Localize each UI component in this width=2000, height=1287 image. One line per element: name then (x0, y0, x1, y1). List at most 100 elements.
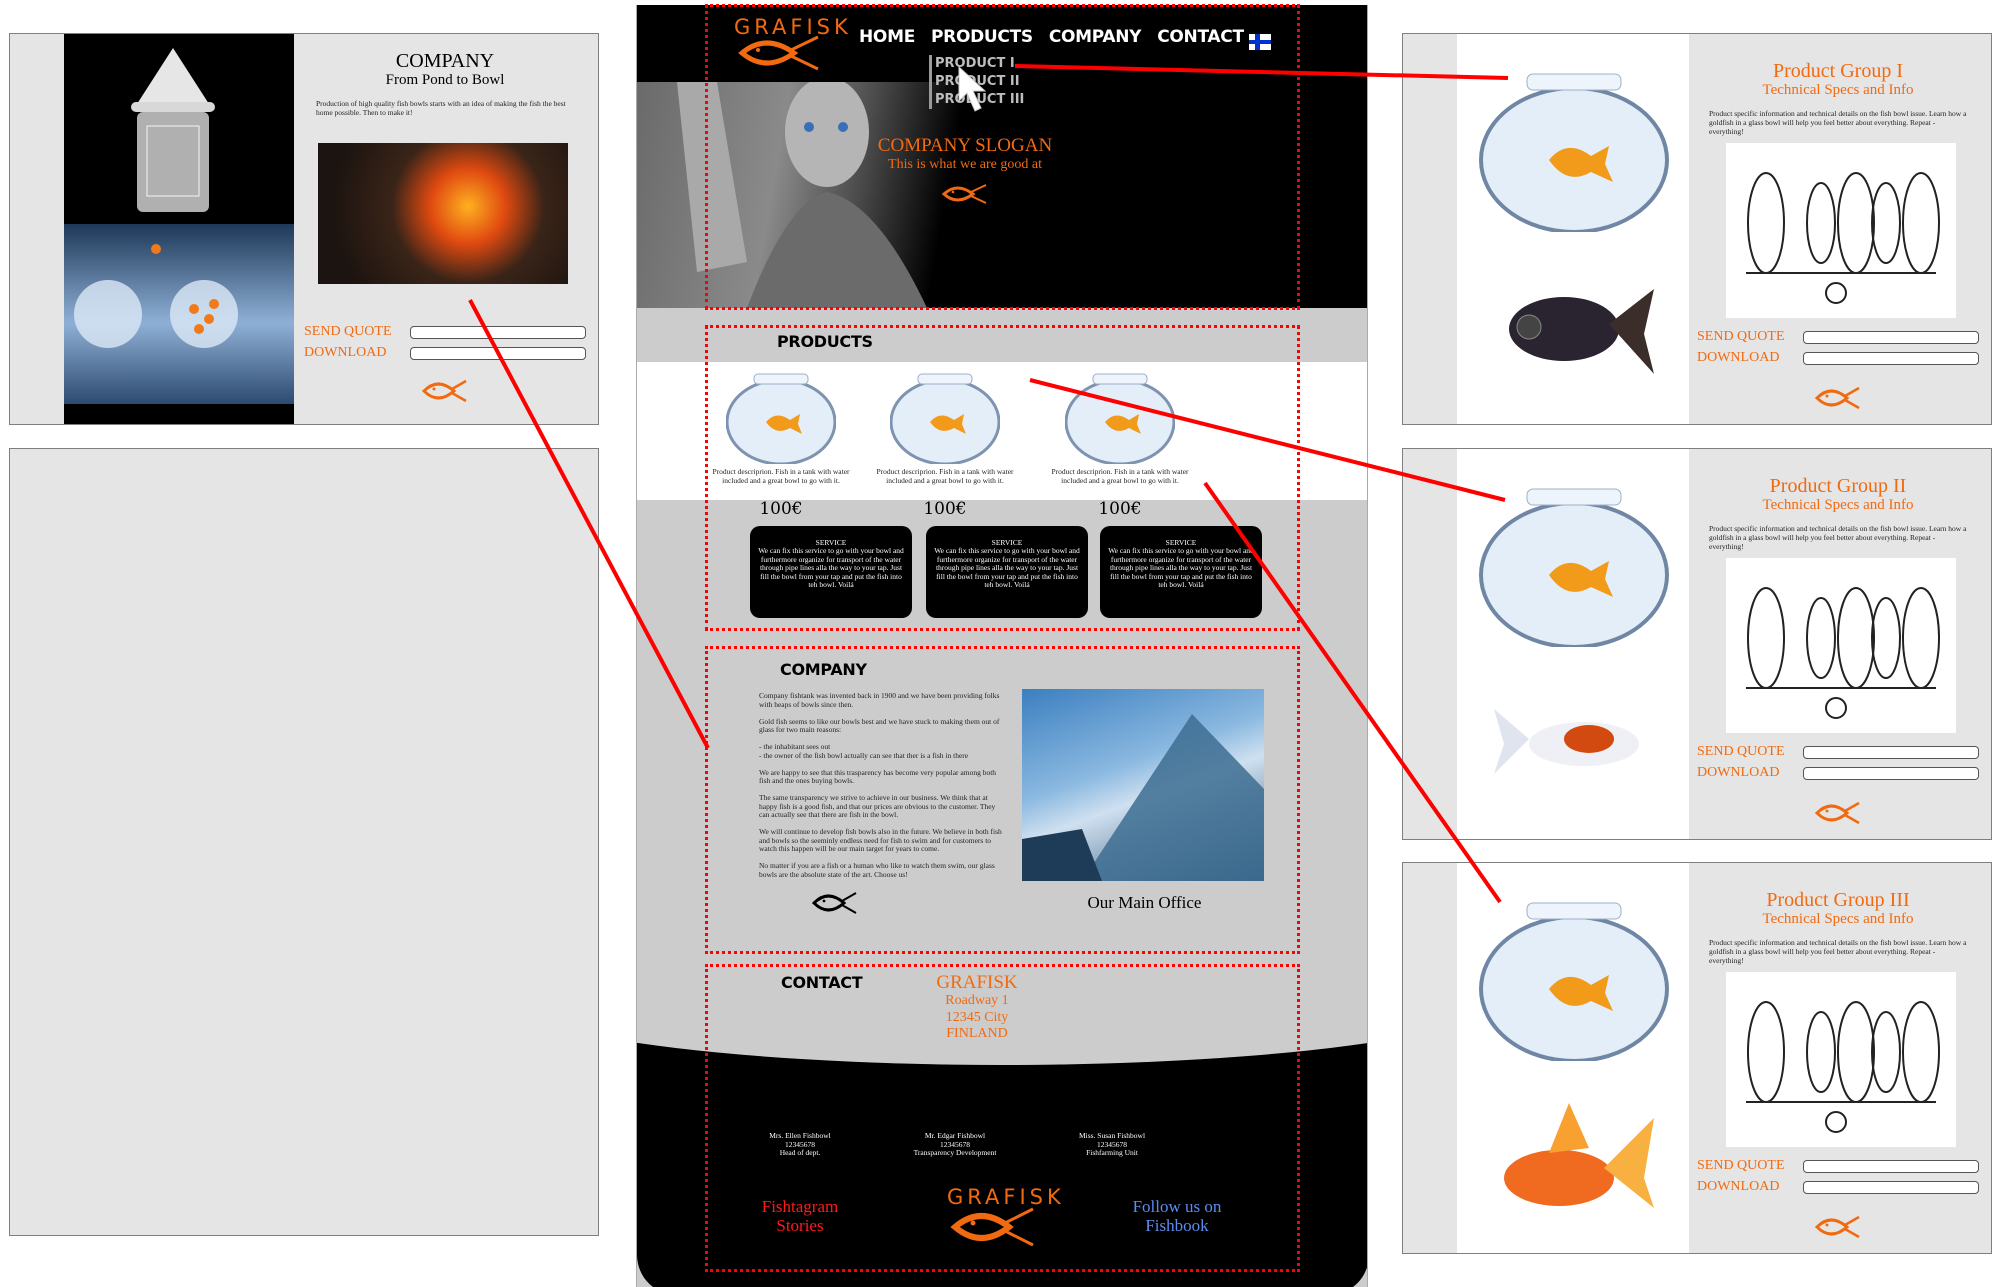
fishbowl-image (1064, 373, 1176, 466)
product-price-2: 100€ (923, 499, 967, 519)
fish-logo-icon (1814, 801, 1861, 829)
social-line: Fishtagram (761, 1197, 839, 1216)
jumping-fish-image (64, 224, 294, 404)
service-card-2[interactable]: SERVICE We can fix this service to go wi… (926, 526, 1088, 618)
company-paragraph: - the inhabitant sees out - the owner of… (759, 742, 969, 760)
product-description: Product descriprion. Fish in a tank with… (712, 467, 850, 485)
person-role: Transparency Development (913, 1148, 997, 1157)
mouse-cursor-icon (957, 65, 991, 119)
product-page-image-column (1457, 863, 1689, 1253)
product-card-2[interactable]: Product descriprion. Fish in a tank with… (870, 372, 1020, 485)
main-nav: HOME PRODUCTS COMPANY CONTACT (859, 27, 1244, 47)
product-group-page-3: Product Group III Technical Specs and In… (1402, 862, 1992, 1254)
product-page-image-column (1457, 449, 1689, 839)
social-line: Fishbook (1145, 1216, 1209, 1235)
glass-jar-image (129, 46, 217, 216)
wireframe-sitemap: COMPANY From Pond to Bowl Production of … (0, 0, 2000, 1287)
product-description: Product descriprion. Fish in a tank with… (876, 467, 1014, 485)
contact-address: GRAFISK Roadway 1 12345 City FINLAND (907, 973, 1047, 1043)
social-line: Follow us on (1132, 1197, 1222, 1216)
logo[interactable]: GRAFISK (734, 15, 852, 71)
send-quote-row: SEND QUOTE (1697, 1158, 1979, 1174)
send-quote-label: SEND QUOTE (304, 324, 392, 339)
address-street: Roadway 1 (945, 993, 1009, 1008)
company-paragraph: Gold fish seems to like our bowls best a… (759, 716, 1000, 734)
product-page-subtitle: Technical Specs and Info (1762, 82, 1914, 98)
slogan-tagline: This is what we are good at (888, 157, 1042, 172)
nav-contact[interactable]: CONTACT (1157, 27, 1244, 47)
product-group-page-2: Product Group II Technical Specs and Inf… (1402, 448, 1992, 840)
product-page-content: Product Group I Technical Specs and Info… (1685, 34, 1991, 424)
footer-logo[interactable]: GRAFISK (947, 1185, 1065, 1249)
fish-logo-icon (1814, 386, 1861, 414)
fishbowl-image (1479, 73, 1669, 232)
download-input[interactable] (1803, 1180, 1979, 1194)
hero-section: GRAFISK HOME PRODUCTS COMPANY CONTACT PR… (637, 5, 1367, 308)
contact-section-title: CONTACT (781, 973, 863, 992)
product-page-body: Product specific information and technic… (1709, 109, 1967, 136)
product-page-subtitle: Technical Specs and Info (1762, 911, 1914, 927)
fish-photo (1504, 1103, 1654, 1208)
download-row: DOWNLOAD (1697, 765, 1979, 781)
technical-drawing-image (1726, 558, 1956, 733)
product-page-title: Product Group I (1773, 60, 1903, 82)
send-quote-input[interactable] (410, 325, 586, 339)
company-page-content: COMPANY From Pond to Bowl Production of … (292, 34, 598, 424)
technical-drawing-image (1726, 143, 1956, 318)
product-card-3[interactable]: Product descriprion. Fish in a tank with… (1045, 372, 1195, 485)
product-price-3: 100€ (1098, 499, 1142, 519)
product-group-page-1: Product Group I Technical Specs and Info… (1402, 33, 1992, 425)
product-page-body: Product specific information and technic… (1709, 938, 1967, 965)
download-input[interactable] (1803, 766, 1979, 780)
nav-company[interactable]: COMPANY (1049, 27, 1142, 47)
fish-photo (1494, 709, 1639, 774)
service-card-3[interactable]: SERVICE We can fix this service to go wi… (1100, 526, 1262, 618)
fish-photo (1509, 289, 1654, 374)
contact-person-2: Mr. Edgar Fishbowl 12345678 Transparency… (875, 1131, 1035, 1158)
fish-logo-icon (421, 379, 468, 407)
download-label: DOWNLOAD (1697, 1179, 1780, 1194)
product-page-content: Product Group III Technical Specs and In… (1685, 863, 1991, 1253)
fishbook-link[interactable]: Follow us on Fishbook (1107, 1197, 1247, 1235)
send-quote-row: SEND QUOTE (1697, 744, 1979, 760)
company-paragraph: The same transparency we strive to achie… (759, 793, 996, 819)
send-quote-input[interactable] (1803, 1159, 1979, 1173)
download-label: DOWNLOAD (304, 345, 387, 360)
product-card-1[interactable]: Product descriprion. Fish in a tank with… (706, 372, 856, 485)
glassblowing-image (318, 143, 568, 284)
finland-flag-icon[interactable] (1249, 34, 1271, 50)
contact-person-3: Miss. Susan Fishbowl 12345678 Fishfarmin… (1032, 1131, 1192, 1158)
homepage-mockup: GRAFISK HOME PRODUCTS COMPANY CONTACT PR… (636, 5, 1368, 1287)
company-description: Company fishtank was invented back in 19… (759, 691, 1004, 888)
download-input[interactable] (410, 346, 586, 360)
fish-logo-icon (941, 184, 987, 204)
fishtagram-link[interactable]: Fishtagram Stories (730, 1197, 870, 1235)
nav-products[interactable]: PRODUCTS (931, 27, 1033, 47)
service-card-1[interactable]: SERVICE We can fix this service to go wi… (750, 526, 912, 618)
company-paragraph: Company fishtank was invented back in 19… (759, 691, 1000, 709)
fishbowl-image (889, 373, 1001, 466)
service-text: We can fix this service to go with your … (934, 546, 1080, 590)
products-section-title: PRODUCTS (777, 332, 873, 351)
person-role: Fishfarming Unit (1086, 1148, 1138, 1157)
fish-logo-icon (1814, 1215, 1861, 1243)
address-name: GRAFISK (936, 972, 1018, 993)
send-quote-input[interactable] (1803, 745, 1979, 759)
send-quote-input[interactable] (1803, 330, 1979, 344)
send-quote-label: SEND QUOTE (1697, 1158, 1785, 1173)
download-row: DOWNLOAD (304, 345, 586, 361)
address-country: FINLAND (946, 1026, 1008, 1041)
social-line: Stories (776, 1216, 824, 1235)
send-quote-row: SEND QUOTE (1697, 329, 1979, 345)
product-page-content: Product Group II Technical Specs and Inf… (1685, 449, 1991, 839)
contact-person-1: Mrs. Ellen Fishbowl 12345678 Head of dep… (720, 1131, 880, 1158)
send-quote-label: SEND QUOTE (1697, 329, 1785, 344)
download-input[interactable] (1803, 351, 1979, 365)
company-paragraph: No matter if you are a fish or a human w… (759, 861, 995, 879)
nav-home[interactable]: HOME (859, 27, 915, 47)
product-page-subtitle: Technical Specs and Info (1762, 497, 1914, 513)
technical-drawing-image (1726, 972, 1956, 1147)
company-page-title: COMPANY (395, 50, 495, 72)
company-page-body: Production of high quality fish bowls st… (316, 99, 566, 117)
fishbowl-image (1479, 902, 1669, 1061)
